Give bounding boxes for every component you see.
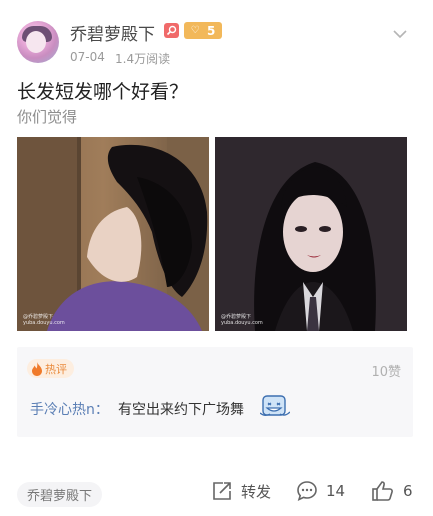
comment-like-count: 10赞 [371,365,401,380]
post-title: 长发短发哪个好看？ [17,81,189,103]
post-image-long-hair[interactable]: @乔碧萝殿下 yuba.douyu.com [215,137,407,331]
hot-comment-label: 热评 [45,362,67,376]
chevron-down-icon[interactable] [392,28,408,40]
comment-count: 14 [326,482,346,500]
author-avatar[interactable] [17,21,59,63]
comment-button[interactable]: 14 [296,480,345,502]
image-watermark: @乔碧萝殿下 yuba.douyu.com [221,314,263,326]
level-number: 5 [206,23,216,38]
topic-tag-label: 乔碧萝殿下 [27,489,93,504]
comment-icon [297,481,317,501]
rank-badge-icon [164,23,179,38]
post-subtitle: 你们觉得 [17,108,78,126]
thumbs-up-icon [372,481,393,501]
like-count: 6 [403,482,413,500]
photo-illustration [17,137,209,331]
topic-tag[interactable]: 乔碧萝殿下 [17,482,103,507]
share-label: 转发 [241,482,272,501]
photo-illustration [215,137,407,331]
comment-text: 有空出来约下广场舞 [118,402,244,418]
image-watermark: @乔碧萝殿下 yuba.douyu.com [23,314,65,326]
post-views: 1.4万阅读 [115,52,171,66]
fire-icon [32,361,42,376]
share-button[interactable]: 转发 [211,480,271,502]
hot-comment-card[interactable]: 热评 10赞 手冷心热n： 有空出来约下广场舞 [17,347,413,437]
avatar-face [26,31,46,53]
author-name[interactable]: 乔碧萝殿下 [70,20,155,45]
laughing-emoji-icon [260,395,290,416]
hot-comment-tag: 热评 [27,359,74,378]
post-date: 07-04 [70,50,105,64]
post-image-short-hair[interactable]: @乔碧萝殿下 yuba.douyu.com [17,137,209,331]
like-button[interactable]: 6 [371,480,413,502]
level-badge: ♡ 5 [184,22,222,39]
commenter-name[interactable]: 手冷心热n： [30,399,109,419]
share-icon [213,482,231,500]
level-icon: ♡ [190,25,200,36]
